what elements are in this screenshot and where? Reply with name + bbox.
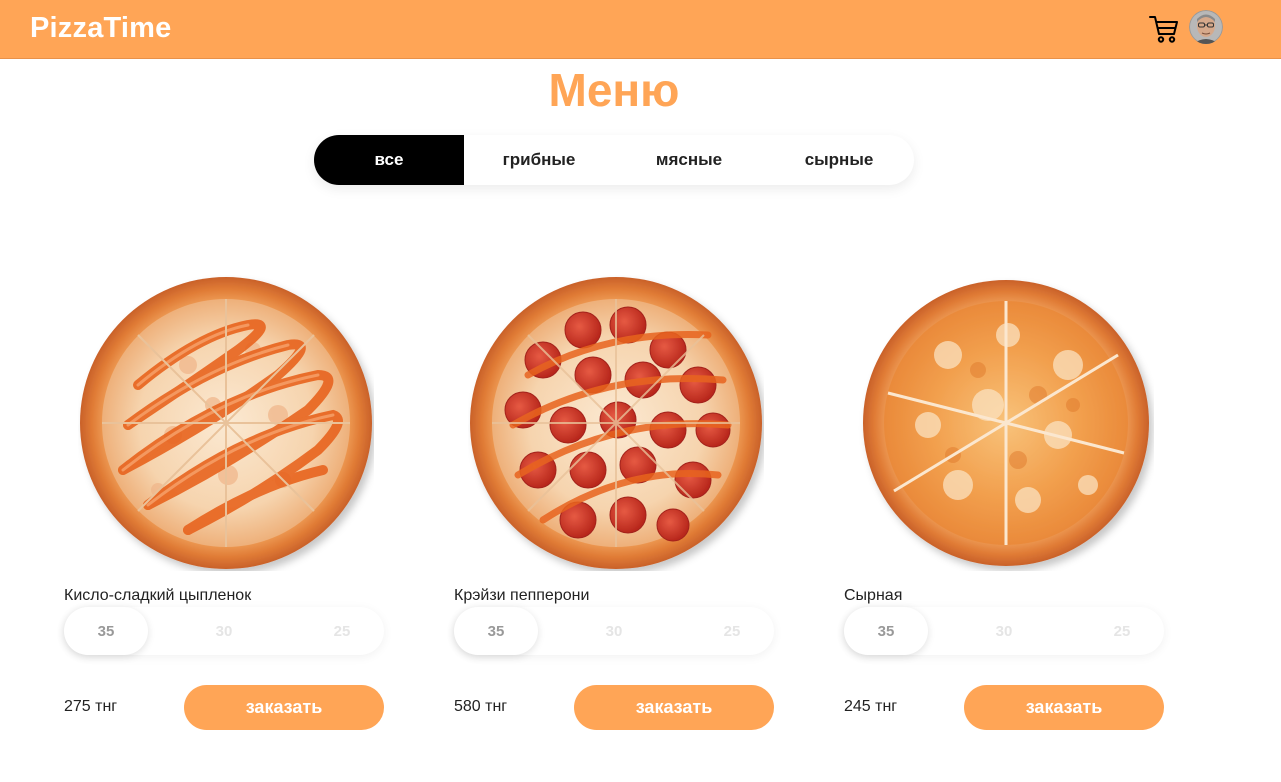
size-option-35[interactable]: 35	[844, 607, 928, 655]
size-selector: 35 30 25	[454, 607, 774, 655]
size-option-35[interactable]: 35	[454, 607, 538, 655]
pepperoni-pizza-image[interactable]	[468, 275, 764, 571]
filter-tab-all[interactable]: все	[314, 135, 464, 185]
size-selector: 35 30 25	[844, 607, 1164, 655]
product-name: Крэйзи пепперони	[454, 587, 590, 604]
order-button[interactable]: заказать	[964, 685, 1164, 730]
header-bar: PizzaTime	[0, 0, 1281, 59]
cheese-pizza-image[interactable]	[858, 275, 1154, 571]
size-option-35[interactable]: 35	[64, 607, 148, 655]
product-card: Крэйзи пепперони 35 30 25 580 тнг заказа…	[454, 270, 784, 740]
shopping-cart-icon[interactable]	[1148, 13, 1180, 45]
size-option-25[interactable]: 25	[1080, 607, 1164, 655]
size-selector: 35 30 25	[64, 607, 384, 655]
size-option-25[interactable]: 25	[690, 607, 774, 655]
product-price: 275 тнг	[64, 698, 118, 715]
size-option-25[interactable]: 25	[300, 607, 384, 655]
product-price: 580 тнг	[454, 698, 508, 715]
product-price: 245 тнг	[844, 698, 898, 715]
filter-tab-cheese[interactable]: сырные	[764, 135, 914, 185]
order-button[interactable]: заказать	[574, 685, 774, 730]
product-card: Сырная 35 30 25 245 тнг заказать	[844, 270, 1174, 740]
filter-tab-meat[interactable]: мясные	[614, 135, 764, 185]
product-name: Кисло-сладкий цыпленок	[64, 587, 252, 604]
user-avatar[interactable]	[1189, 10, 1223, 44]
category-filter-tabs: все грибные мясные сырные	[314, 135, 914, 185]
size-option-30[interactable]: 30	[182, 607, 266, 655]
filter-tab-mushroom[interactable]: грибные	[464, 135, 614, 185]
logo[interactable]: PizzaTime	[30, 12, 172, 45]
product-name: Сырная	[844, 587, 903, 604]
size-option-30[interactable]: 30	[962, 607, 1046, 655]
page-title: Меню	[548, 64, 680, 116]
sweet-sour-chicken-pizza-image[interactable]	[78, 275, 374, 571]
size-option-30[interactable]: 30	[572, 607, 656, 655]
product-card: Кисло-сладкий цыпленок 35 30 25 275 тнг …	[64, 270, 394, 740]
order-button[interactable]: заказать	[184, 685, 384, 730]
